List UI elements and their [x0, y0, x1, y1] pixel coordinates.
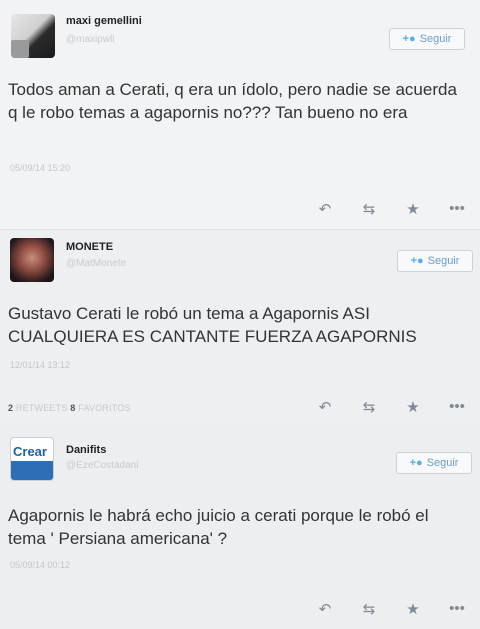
retweet-icon[interactable]: ⇆ [360, 398, 378, 416]
avatar[interactable] [10, 238, 54, 282]
reply-icon[interactable]: ↶ [316, 398, 334, 416]
follow-label: Seguir [427, 255, 460, 267]
follow-label: Seguir [419, 33, 452, 45]
follow-person-icon: +● [410, 255, 424, 267]
reply-icon[interactable]: ↶ [316, 200, 334, 218]
author-handle[interactable]: @maxipwll [66, 34, 115, 45]
author-handle[interactable]: @MatMonete [66, 258, 126, 269]
reply-icon[interactable]: ↶ [316, 600, 334, 618]
avatar-logo-text: Crear [13, 444, 47, 459]
follow-button[interactable]: +● Seguir [397, 250, 473, 272]
tweet-actions: ↶ ⇆ ★ ••• [316, 398, 466, 416]
favorites-count: 8 [70, 403, 76, 413]
more-icon[interactable]: ••• [448, 600, 466, 618]
retweets-count: 2 [8, 403, 14, 413]
tweet-actions: ↶ ⇆ ★ ••• [316, 200, 466, 218]
author-name[interactable]: MONETE [66, 241, 113, 253]
star-icon[interactable]: ★ [404, 398, 422, 416]
tweet-actions: ↶ ⇆ ★ ••• [316, 600, 466, 618]
tweet-text: Agapornis le habrá echo juicio a cerati … [8, 506, 429, 548]
tweet-card: MONETE @MatMonete +● Seguir Gustavo Cera… [0, 230, 480, 428]
retweets-label[interactable]: RETWEETS [16, 403, 68, 413]
tweet-card: maxi gemellini @maxipwll +● Seguir Todos… [0, 0, 480, 230]
follow-button[interactable]: +● Seguir [389, 28, 465, 50]
author-name[interactable]: Danifits [66, 444, 106, 456]
more-icon[interactable]: ••• [448, 200, 466, 218]
avatar[interactable]: Crear [10, 437, 54, 481]
author-handle[interactable]: @EzeCostadani [66, 460, 138, 471]
follow-button[interactable]: +● Seguir [396, 452, 472, 474]
tweet-stats: 2 RETWEETS 8 FAVORITOS [8, 403, 131, 413]
tweet-timestamp[interactable]: 05/09/14 00:12 [10, 560, 70, 570]
follow-person-icon: +● [402, 33, 416, 45]
tweet-text: Todos aman a Cerati, q era un ídolo, per… [8, 80, 457, 122]
retweet-icon[interactable]: ⇆ [360, 200, 378, 218]
author-name[interactable]: maxi gemellini [66, 15, 142, 27]
tweet-timestamp[interactable]: 05/09/14 15:20 [10, 163, 70, 173]
retweet-icon[interactable]: ⇆ [360, 600, 378, 618]
avatar[interactable] [11, 14, 55, 58]
star-icon[interactable]: ★ [404, 200, 422, 218]
follow-person-icon: +● [409, 457, 423, 469]
tweet-timestamp[interactable]: 12/01/14 13:12 [10, 360, 70, 370]
more-icon[interactable]: ••• [448, 398, 466, 416]
tweet-card: Crear Danifits @EzeCostadani +● Seguir A… [0, 428, 480, 629]
favorites-label[interactable]: FAVORITOS [78, 403, 130, 413]
follow-label: Seguir [426, 457, 459, 469]
star-icon[interactable]: ★ [404, 600, 422, 618]
tweet-text: Gustavo Cerati le robó un tema a Agaporn… [8, 304, 417, 346]
